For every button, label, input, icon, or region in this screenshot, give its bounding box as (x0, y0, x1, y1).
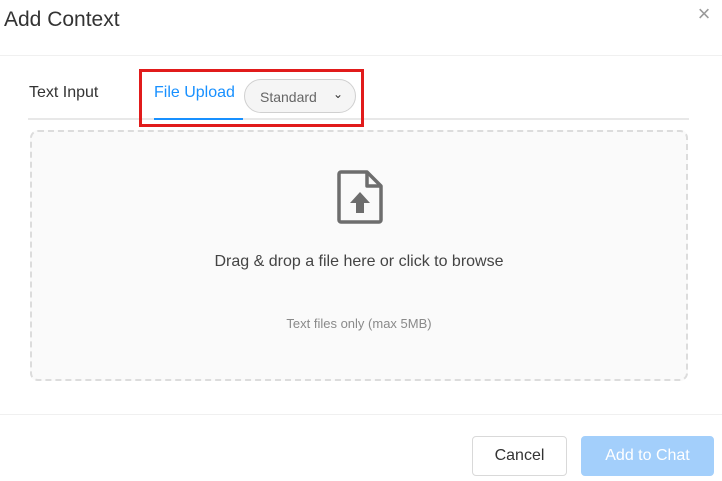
cancel-button[interactable]: Cancel (472, 436, 567, 476)
dialog-title: Add Context (4, 8, 120, 31)
footer-divider (0, 414, 722, 415)
close-icon[interactable]: × (693, 3, 715, 26)
add-context-dialog: Add Context × Text Input File Upload Sta… (0, 0, 722, 481)
file-dropzone[interactable]: Drag & drop a file here or click to brow… (30, 130, 688, 381)
file-upload-icon (337, 170, 383, 224)
dropzone-instructions: Drag & drop a file here or click to brow… (214, 253, 504, 270)
mode-select-dropdown[interactable]: Standard ⌄ (244, 79, 356, 113)
add-to-chat-button[interactable]: Add to Chat (581, 436, 714, 476)
active-tab-indicator (154, 118, 243, 120)
tab-text-input[interactable]: Text Input (29, 84, 98, 102)
mode-select-value: Standard (260, 89, 317, 105)
dropzone-file-hint: Text files only (max 5MB) (286, 316, 432, 331)
tab-bar: Text Input File Upload Standard ⌄ (28, 70, 689, 120)
chevron-down-icon: ⌄ (333, 87, 344, 101)
dialog-header: Add Context × (0, 0, 722, 56)
tab-file-upload[interactable]: File Upload (154, 84, 235, 102)
